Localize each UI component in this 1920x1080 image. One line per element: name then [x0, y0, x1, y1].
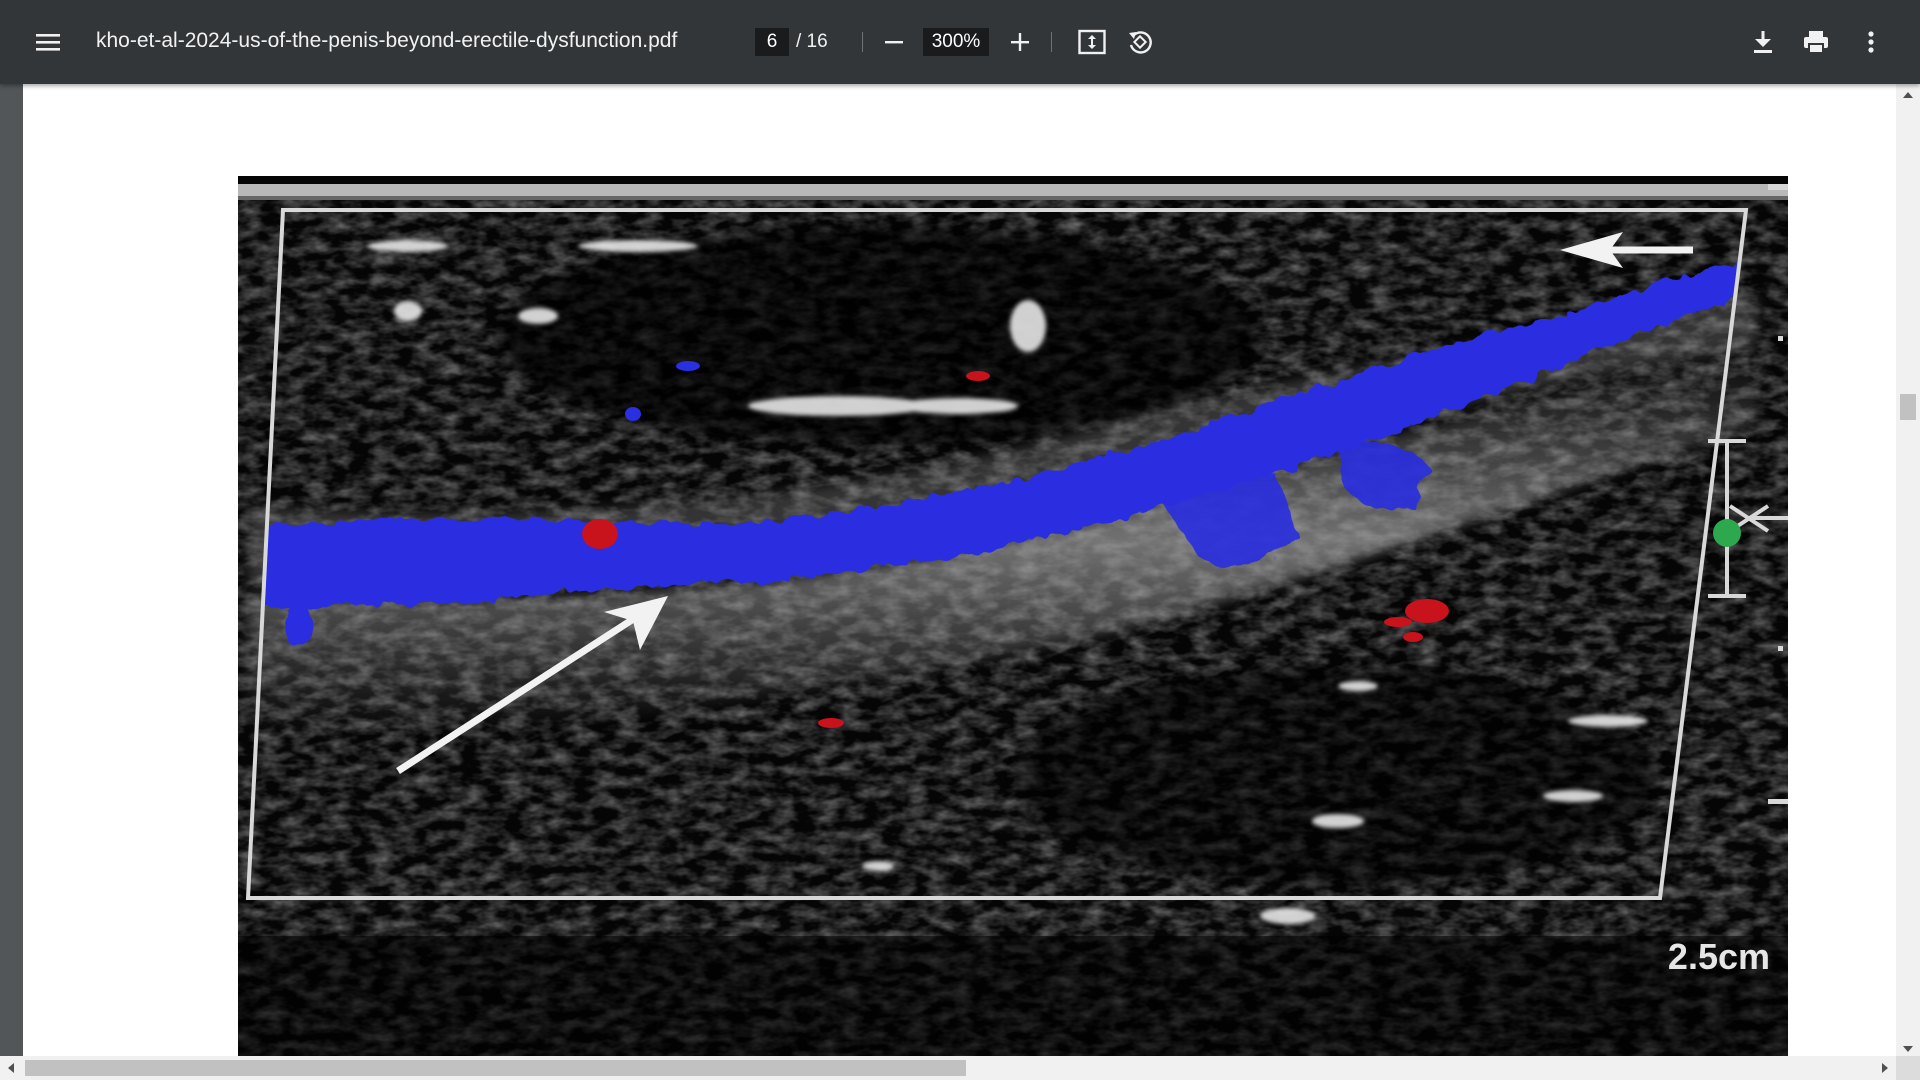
rotate-counterclockwise-icon: [1129, 31, 1152, 54]
zoom-in-button[interactable]: [998, 20, 1042, 64]
page-number-input[interactable]: 6: [755, 28, 789, 56]
pdf-toolbar: kho-et-al-2024-us-of-the-penis-beyond-er…: [0, 0, 1920, 84]
minus-icon: [885, 41, 903, 44]
vertical-scrollbar[interactable]: [1896, 84, 1920, 1060]
ultrasound-image: [238, 184, 1788, 1060]
page-total: / 16: [796, 31, 828, 52]
toolbar-divider: [862, 32, 863, 52]
viewer-gutter: [0, 84, 23, 1060]
zoom-out-button[interactable]: [872, 20, 916, 64]
scroll-right-icon[interactable]: [1882, 1063, 1888, 1073]
toolbar-divider: [1051, 32, 1052, 52]
scroll-down-icon[interactable]: [1903, 1046, 1913, 1052]
document-title: kho-et-al-2024-us-of-the-penis-beyond-er…: [96, 29, 678, 52]
download-button[interactable]: [1741, 20, 1785, 64]
scroll-left-icon[interactable]: [8, 1063, 14, 1073]
hamburger-menu-icon[interactable]: [26, 20, 70, 64]
plus-icon: [1011, 33, 1029, 51]
pdf-page: 2.5cm: [23, 84, 1896, 1060]
scrollbar-corner: [1896, 1056, 1920, 1080]
focus-marker-dot: [1713, 519, 1741, 547]
fit-to-page-button[interactable]: [1070, 20, 1114, 64]
ultrasound-figure: 2.5cm: [238, 176, 1788, 1060]
print-button[interactable]: [1794, 20, 1838, 64]
rotate-button[interactable]: [1118, 20, 1162, 64]
more-options-button[interactable]: [1849, 20, 1893, 64]
horizontal-scrollbar[interactable]: [0, 1056, 1896, 1080]
print-icon: [1804, 31, 1828, 54]
scale-label: 2.5cm: [1667, 936, 1770, 977]
zoom-level-input[interactable]: 300%: [923, 28, 989, 56]
more-vertical-icon: [1868, 31, 1874, 53]
scroll-up-icon[interactable]: [1903, 92, 1913, 98]
fit-to-page-icon: [1078, 29, 1106, 55]
download-icon: [1754, 31, 1772, 53]
vertical-scroll-thumb[interactable]: [1900, 394, 1916, 420]
horizontal-scroll-thumb[interactable]: [25, 1060, 966, 1076]
